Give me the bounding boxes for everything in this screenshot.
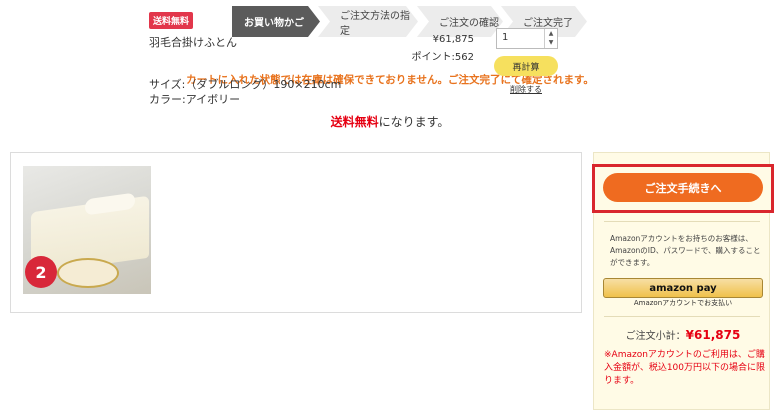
shipping-suffix: になります。: [378, 115, 450, 129]
step-order-method: ご注文方法の指定: [318, 6, 418, 37]
step-label: お買い物かご: [244, 18, 304, 29]
recalculate-button[interactable]: 再計算: [494, 56, 558, 76]
shipping-message: 送料無料になります。: [0, 113, 780, 130]
product-color: カラー:アイボリー: [149, 93, 241, 106]
product-points: ポイント:562: [411, 52, 474, 63]
product-price: ¥61,875: [432, 34, 474, 45]
quantity-value[interactable]: 1: [497, 29, 544, 48]
product-badge: 2: [25, 256, 57, 288]
chevron-up-icon[interactable]: ▲: [545, 29, 557, 38]
subtotal-value: ¥61,875: [685, 328, 741, 342]
divider: [604, 221, 760, 222]
chevron-down-icon[interactable]: ▼: [545, 38, 557, 47]
amazon-pay-label: amazon pay: [649, 282, 717, 294]
product-size: サイズ:（ダブルロング）190×210cm: [149, 78, 342, 91]
order-subtotal: ご注文小計：¥61,875: [600, 327, 766, 342]
product-name[interactable]: 羽毛合掛けふとん: [149, 34, 237, 50]
delete-link[interactable]: 削除する: [498, 84, 554, 95]
amazon-info-text: Amazonアカウントをお持ちのお客様は、AmazonのID、パスワードで、購入…: [610, 234, 761, 267]
step-label: ご注文方法の指定: [340, 10, 410, 37]
amazon-pay-sub: Amazonアカウントでお支払い: [633, 299, 733, 307]
free-shipping-label: 送料無料: [330, 115, 379, 129]
amazon-warning: ※Amazonアカウントのご利用は、ご購入金額が、税込100万円以下の場合に限り…: [604, 350, 765, 386]
step-confirm: ご注文の確認: [417, 6, 503, 37]
product-image[interactable]: 2: [23, 166, 151, 294]
quantity-input[interactable]: 1 ▲ ▼: [496, 28, 558, 49]
step-label: ご注文の確認: [439, 18, 499, 29]
stock-notice: カートに入れた状態では在庫は確保できておりません。ご注文完了にて確定されます。: [186, 74, 594, 86]
divider: [604, 316, 760, 317]
proceed-order-button[interactable]: ご注文手続きへ: [603, 173, 763, 202]
amazon-pay-button[interactable]: amazon pay: [603, 278, 763, 298]
free-shipping-tag: 送料無料: [149, 12, 194, 29]
award-badge: [57, 258, 119, 288]
quantity-spinner[interactable]: ▲ ▼: [544, 29, 557, 48]
subtotal-label: ご注文小計：: [625, 331, 686, 342]
cart-item: 2: [10, 152, 582, 313]
step-cart: お買い物かご: [232, 6, 320, 37]
step-label: ご注文完了: [523, 18, 573, 29]
